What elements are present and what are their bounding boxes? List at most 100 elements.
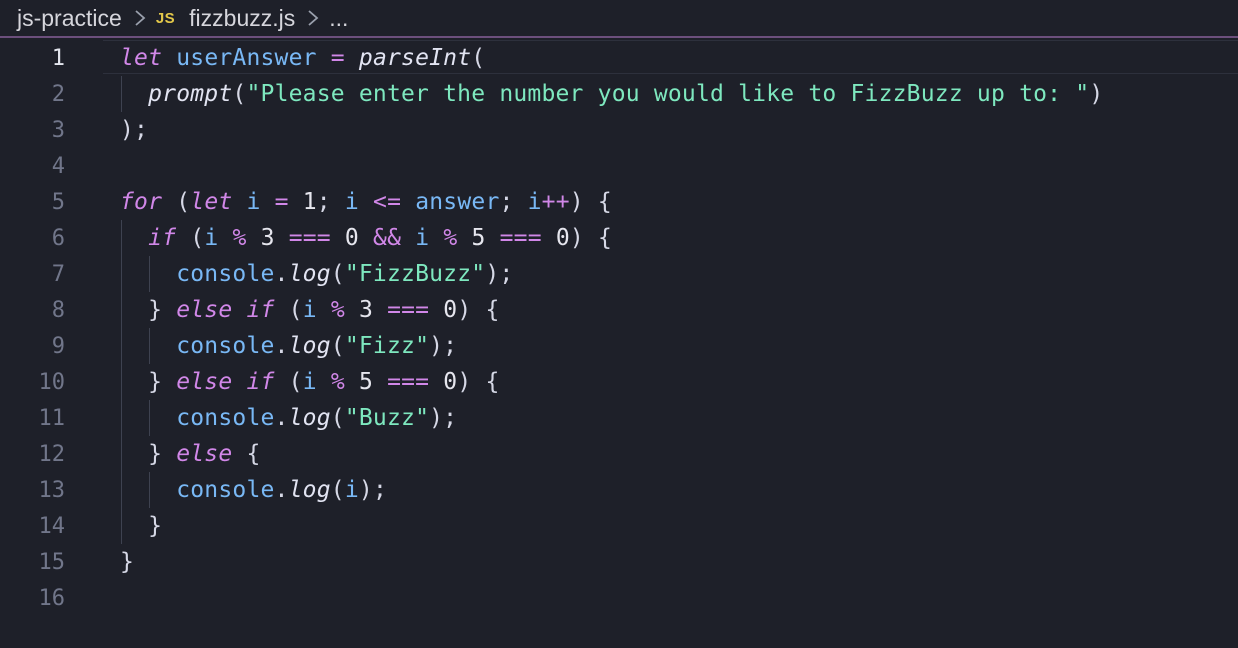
code-text: } else { [120,441,261,467]
code-token: ( [330,261,345,287]
code-line[interactable]: 7 console.log("FizzBuzz"); [0,256,1238,292]
code-token: . [274,261,289,287]
code-token: 5 [471,225,486,251]
line-number: 5 [51,189,65,215]
breadcrumb-symbol-more[interactable]: ... [329,5,348,32]
code-token: % [232,225,247,251]
code-token: } [120,297,177,323]
code-token: else [176,297,233,323]
code-line[interactable]: 12 } else { [0,436,1238,472]
line-number: 6 [51,225,65,251]
code-token: parseInt [358,45,472,71]
code-token: . [274,477,289,503]
code-token: ; [499,189,528,215]
code-token: <= [373,189,402,215]
code-line[interactable]: 4 [0,148,1238,184]
code-line[interactable]: 1 let userAnswer = parseInt( [0,40,1238,76]
line-number: 3 [51,117,65,143]
code-token: 0 [344,225,359,251]
code-text: } else if (i % 3 === 0) { [120,297,500,323]
code-line[interactable]: 9 console.log("Fizz"); [0,328,1238,364]
code-line[interactable]: 13 console.log(i); [0,472,1238,508]
breadcrumb-file[interactable]: fizzbuzz.js [189,5,295,32]
code-token: ( [176,225,205,251]
code-token: "FizzBuzz" [344,261,486,287]
code-text: } else if (i % 5 === 0) { [120,369,500,395]
code-token: i [344,189,359,215]
code-line[interactable]: 16 [0,580,1238,616]
code-token: } [120,441,177,467]
code-token: } [120,549,135,575]
breadcrumb-folder[interactable]: js-practice [17,5,122,32]
code-token: ); [358,477,387,503]
code-token: % [443,225,458,251]
line-number: 10 [38,369,66,395]
code-token: i [527,189,542,215]
code-line[interactable]: 14 } [0,508,1238,544]
code-token: === [288,225,331,251]
code-token: else [176,369,233,395]
code-line[interactable]: 5 for (let i = 1; i <= answer; i++) { [0,184,1238,220]
code-token: console [176,477,275,503]
code-token: log [288,405,331,431]
code-line[interactable]: 10 } else if (i % 5 === 0) { [0,364,1238,400]
code-token: log [288,261,331,287]
code-token: i [302,297,317,323]
code-editor[interactable]: 1 let userAnswer = parseInt(2 prompt("Ple… [0,40,1238,648]
code-token: . [274,405,289,431]
code-token: { [232,441,261,467]
code-line[interactable]: 6 if (i % 3 === 0 && i % 5 === 0) { [0,220,1238,256]
code-line[interactable]: 2 prompt("Please enter the number you wo… [0,76,1238,112]
code-token: ); [429,333,458,359]
code-token: ) { [457,297,500,323]
code-text: console.log("Fizz"); [120,333,457,359]
code-line[interactable]: 3); [0,112,1238,148]
chevron-right-icon [307,9,319,27]
code-token: 0 [555,225,570,251]
code-token: ; [316,189,345,215]
code-token: % [330,297,345,323]
code-token: else [176,441,233,467]
code-line[interactable]: 8 } else if (i % 3 === 0) { [0,292,1238,328]
line-number: 9 [51,333,65,359]
code-text: } [120,513,162,539]
code-line[interactable]: 11 console.log("Buzz"); [0,400,1238,436]
code-token: ) { [569,189,612,215]
code-token: ( [330,333,345,359]
code-token: ( [274,369,303,395]
code-token: 0 [443,297,458,323]
code-text: ); [120,117,148,143]
code-token: "Fizz" [344,333,430,359]
code-token: ( [471,45,486,71]
code-line[interactable]: 15} [0,544,1238,580]
code-token: console [176,405,275,431]
code-token: answer [415,189,500,215]
code-token: ++ [541,189,570,215]
line-number: 8 [51,297,65,323]
code-token: i [344,477,359,503]
code-token: 0 [443,369,458,395]
code-token: ( [330,477,345,503]
code-token: i [204,225,219,251]
line-number: 11 [38,405,66,431]
code-token: 5 [358,369,373,395]
code-token: === [387,297,430,323]
